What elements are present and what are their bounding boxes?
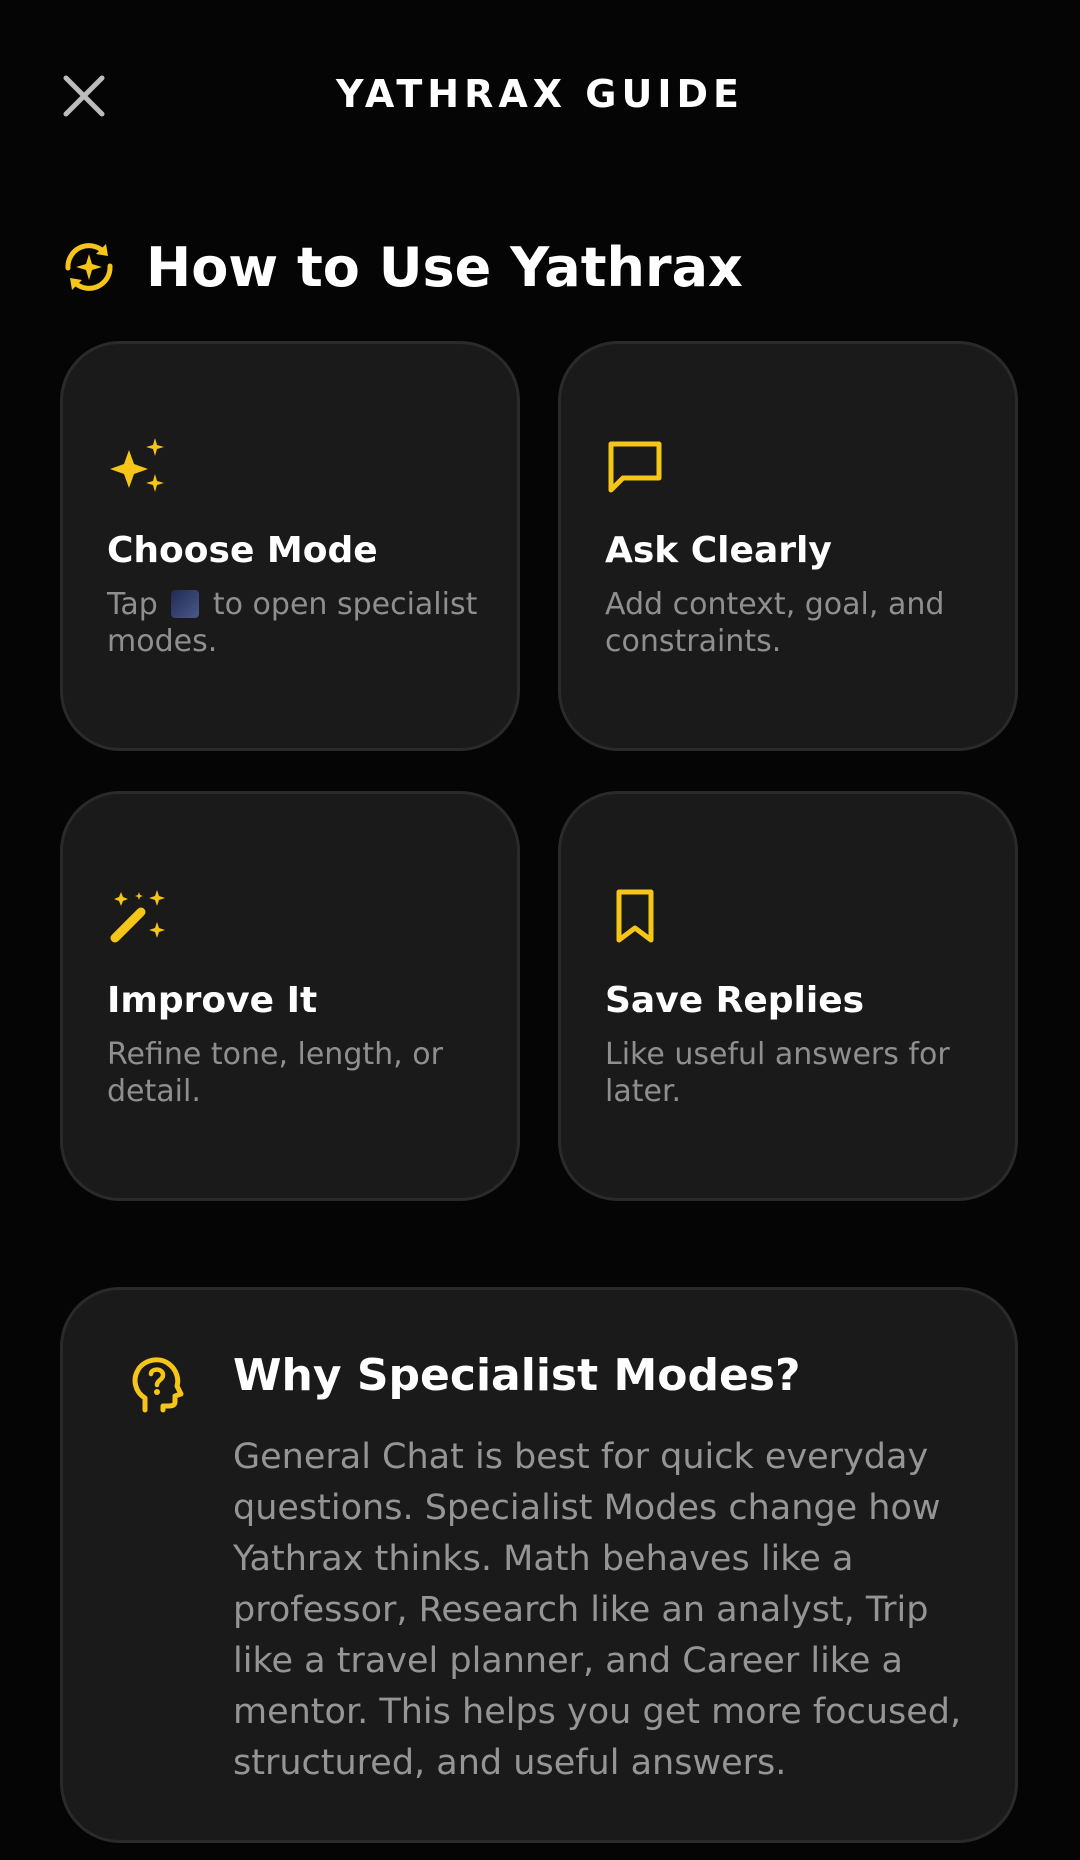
- bookmark-icon: [616, 889, 654, 943]
- card-title: Improve It: [107, 980, 318, 1021]
- info-body: General Chat is best for quick everyday …: [233, 1437, 962, 1783]
- sparkle-refresh-icon: [65, 243, 113, 291]
- card-description: Refine tone, length, or detail.: [107, 1037, 443, 1109]
- card-choose-mode[interactable]: Choose Mode Tap to open specialist modes…: [60, 341, 520, 751]
- section-title: How to Use Yathrax: [146, 235, 743, 299]
- card-title: Ask Clearly: [605, 530, 832, 571]
- guide-screen: YATHRAX GUIDE How to Use Yathrax Choose …: [0, 0, 1080, 1860]
- card-desc-after: to open specialist modes.: [107, 587, 478, 659]
- chat-bubble-icon: [608, 441, 662, 493]
- card-save-replies[interactable]: Save Replies Like useful answers for lat…: [558, 791, 1018, 1201]
- modes-thumbnail-icon: [171, 590, 200, 618]
- head-question-icon: [132, 1357, 184, 1413]
- card-improve-it[interactable]: Improve It Refine tone, length, or detai…: [60, 791, 520, 1201]
- card-description: Tap to open specialist modes.: [107, 586, 487, 660]
- page-title: YATHRAX GUIDE: [336, 72, 744, 116]
- info-card-specialist-modes: Why Specialist Modes? General Chat is be…: [60, 1287, 1018, 1843]
- card-description: Like useful answers for later.: [605, 1037, 950, 1109]
- card-ask-clearly[interactable]: Ask Clearly Add context, goal, and const…: [558, 341, 1018, 751]
- card-description: Add context, goal, and constraints.: [605, 587, 945, 659]
- section-header: How to Use Yathrax: [60, 232, 743, 302]
- info-title: Why Specialist Modes?: [233, 1350, 801, 1401]
- card-desc-before: Tap: [107, 587, 158, 622]
- sparkles-icon: [110, 438, 164, 492]
- magic-wand-icon: [110, 890, 165, 943]
- card-title: Save Replies: [605, 980, 865, 1021]
- card-title: Choose Mode: [107, 530, 378, 571]
